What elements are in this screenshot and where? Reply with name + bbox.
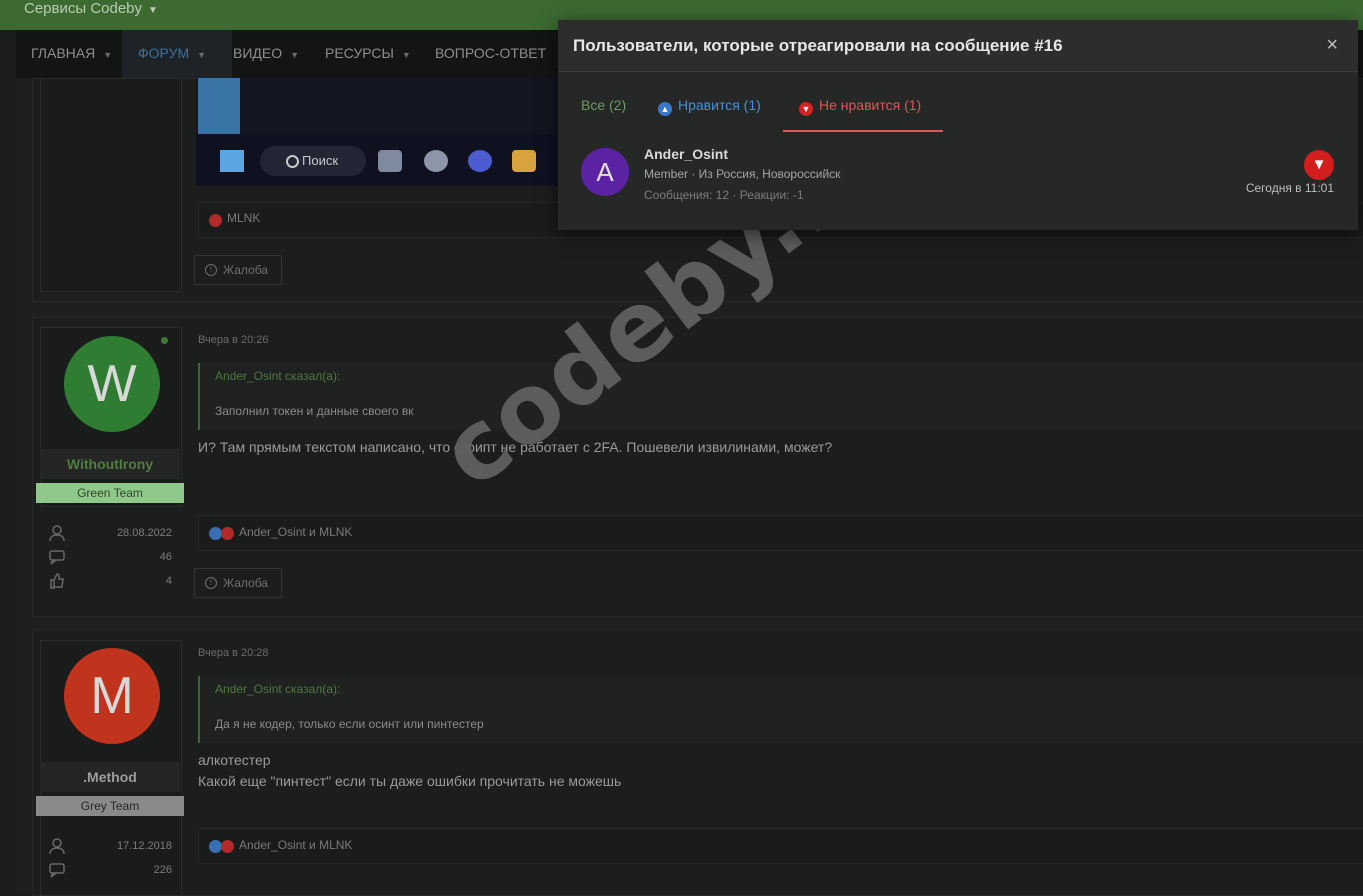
reactions-bar[interactable]: Ander_Osint и MLNK <box>198 515 1363 551</box>
stat-value: 4 <box>165 575 172 587</box>
dialog-title: Пользователи, которые отреагировали на с… <box>573 36 1063 55</box>
caret-down-icon: ▼ <box>148 5 158 16</box>
stat-value: 17.12.2018 <box>116 840 172 852</box>
nav-label: ГЛАВНАЯ <box>31 45 96 61</box>
username[interactable]: .Method <box>40 762 180 792</box>
username[interactable]: WithoutIrony <box>40 449 180 479</box>
user-icon <box>49 525 65 542</box>
stat-value: 46 <box>159 551 172 563</box>
tab-dislike[interactable]: ▼ Не нравится (1) <box>799 97 921 116</box>
caret-down-icon: ▼ <box>290 50 300 60</box>
chat-icon <box>49 550 65 565</box>
thumbs-up-icon <box>50 573 64 589</box>
nav-label: ВИДЕО <box>233 45 283 61</box>
stat-value: 226 <box>153 864 172 876</box>
tab-all[interactable]: Все (2) <box>581 97 626 113</box>
reactor-meta: Member · Из Россия, Новороссийск <box>644 167 841 181</box>
taskbar: Поиск <box>196 134 566 186</box>
thumbs-up-icon: ▲ <box>658 102 672 116</box>
reactions-text: Ander_Osint и MLNK <box>239 525 353 539</box>
user-icon <box>49 838 65 855</box>
services-label: Сервисы Codeby <box>24 0 143 17</box>
services-menu[interactable]: Сервисы Codeby ▼ <box>24 0 158 17</box>
taskbar-search-label: Поиск <box>302 153 339 168</box>
reactor-stats: Сообщения: 12 · Реакции: -1 <box>644 188 804 202</box>
windows-icon <box>220 150 244 172</box>
stat-value: 28.08.2022 <box>116 527 172 539</box>
caret-down-icon: ▼ <box>197 50 207 60</box>
team-badge: Grey Team <box>36 796 184 816</box>
report-label: Жалоба <box>223 576 268 590</box>
nav-item-qa[interactable]: ВОПРОС-ОТВЕТ <box>435 30 546 78</box>
quote-author[interactable]: Ander_Osint сказал(а): <box>215 369 340 383</box>
caret-down-icon: ▼ <box>103 50 113 60</box>
reactor-username[interactable]: Ander_Osint <box>644 146 728 162</box>
nav-label: ВОПРОС-ОТВЕТ <box>435 45 547 61</box>
thumbs-down-icon: ▼ <box>799 102 813 116</box>
stat-reactions: 4 <box>40 570 180 594</box>
reaction-tabs: Все (2) ▲ Нравится (1) ▼ Не нравится (1) <box>558 72 1358 132</box>
user-stats: 28.08.2022 46 4 <box>40 522 180 594</box>
tab-like[interactable]: ▲ Нравится (1) <box>658 97 761 116</box>
app-icon <box>468 150 492 172</box>
nav-label: ФОРУМ <box>138 45 190 61</box>
close-icon[interactable]: × <box>1326 34 1338 57</box>
search-icon <box>286 155 299 168</box>
report-button[interactable]: ! Жалоба <box>194 255 282 285</box>
tab-label: Нравится (1) <box>678 97 761 113</box>
active-tab-indicator <box>783 130 943 132</box>
online-indicator <box>161 337 168 344</box>
quote-block: Ander_Osint сказал(а): Заполнил токен и … <box>198 363 1363 430</box>
dialog-header: Пользователи, которые отреагировали на с… <box>558 20 1358 72</box>
app-icon <box>424 150 448 172</box>
nav-item-forum[interactable]: ФОРУМ ▼ <box>122 30 232 78</box>
thumbs-down-icon <box>221 527 234 540</box>
stat-joined: 28.08.2022 <box>40 522 180 546</box>
quote-author[interactable]: Ander_Osint сказал(а): <box>215 682 340 696</box>
post-date[interactable]: Вчера в 20:26 <box>198 334 269 346</box>
thumbs-down-icon <box>209 214 222 227</box>
thumbs-down-icon <box>221 840 234 853</box>
nav-item-video[interactable]: ВИДЕО ▼ <box>233 30 299 78</box>
post-screenshot: Поиск <box>196 78 566 186</box>
post-body-line: Какой еще "пинтест" если ты даже ошибки … <box>198 773 622 789</box>
reactions-text: Ander_Osint и MLNK <box>239 838 353 852</box>
app-icon <box>378 150 402 172</box>
thumbs-down-icon: ▼ <box>1304 150 1334 180</box>
reactor-row: A Ander_Osint Member · Из Россия, Новоро… <box>558 133 1358 203</box>
team-badge: Green Team <box>36 483 184 503</box>
tab-label: Не нравится (1) <box>819 97 922 113</box>
taskbar-search: Поиск <box>260 146 366 176</box>
avatar[interactable]: A <box>581 148 629 196</box>
caret-down-icon: ▼ <box>401 50 411 60</box>
report-label: Жалоба <box>223 263 268 277</box>
reaction-time: Сегодня в 11:01 <box>1245 181 1334 195</box>
quote-block: Ander_Osint сказал(а): Да я не кодер, то… <box>198 676 1363 743</box>
quote-text: Заполнил токен и данные своего вк <box>215 404 414 418</box>
user-info-box <box>40 78 182 292</box>
reactions-dialog: Пользователи, которые отреагировали на с… <box>558 20 1358 230</box>
reactions-text: MLNK <box>227 211 261 225</box>
info-icon <box>198 78 240 134</box>
post-date[interactable]: Вчера в 20:28 <box>198 647 269 659</box>
stat-messages: 46 <box>40 546 180 570</box>
reactions-bar[interactable]: Ander_Osint и MLNK <box>198 828 1363 864</box>
quote-text: Да я не кодер, только если осинт или пин… <box>215 717 484 731</box>
report-button[interactable]: ! Жалоба <box>194 568 282 598</box>
nav-item-resources[interactable]: РЕСУРСЫ ▼ <box>325 30 411 78</box>
user-stats: 17.12.2018 226 <box>40 835 180 883</box>
avatar[interactable]: M <box>64 648 160 744</box>
folder-icon <box>512 150 536 172</box>
avatar[interactable]: W <box>64 336 160 432</box>
nav-item-home[interactable]: ГЛАВНАЯ ▼ <box>31 30 112 78</box>
warning-icon: ! <box>205 264 217 276</box>
chat-icon <box>49 863 65 878</box>
stat-joined: 17.12.2018 <box>40 835 180 859</box>
nav-label: РЕСУРСЫ <box>325 45 394 61</box>
stat-messages: 226 <box>40 859 180 883</box>
post-body-line: алкотестер <box>198 752 271 768</box>
warning-icon: ! <box>205 577 217 589</box>
